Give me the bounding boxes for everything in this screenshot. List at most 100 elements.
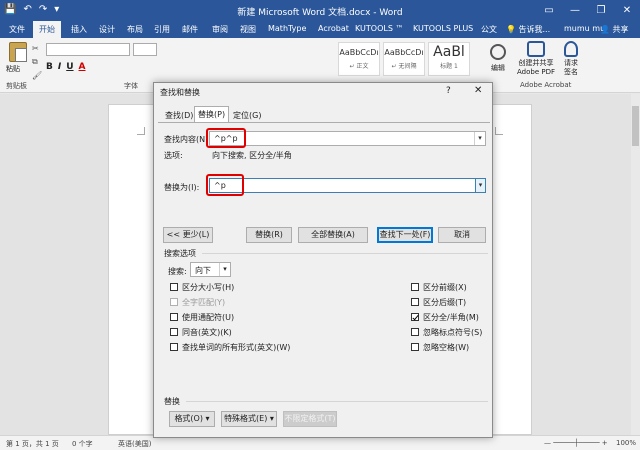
match-prefix-checkbox[interactable]: 区分前缀(X)	[411, 282, 467, 293]
replace-all-button[interactable]: 全部替换(A)	[298, 227, 368, 243]
sounds-like-checkbox[interactable]: 同音(英文)(K)	[170, 327, 232, 338]
editing-button[interactable]: 编辑	[486, 44, 510, 73]
less-button[interactable]: << 更少(L)	[163, 227, 213, 243]
create-pdf-button[interactable]: 创建并共享 Adobe PDF	[514, 41, 558, 77]
zoom-slider[interactable]: — ─────┼───── +	[544, 439, 608, 447]
tab-kutools-plus[interactable]: KUTOOLS PLUS	[413, 24, 473, 33]
italic-button[interactable]: I	[58, 62, 61, 72]
checkbox-box[interactable]	[170, 298, 178, 306]
font-color-button[interactable]: A	[79, 62, 86, 72]
checkbox-box[interactable]	[411, 328, 419, 336]
font-name-box[interactable]	[46, 43, 130, 56]
match-prefix-label: 区分前缀(X)	[423, 283, 467, 292]
bold-button[interactable]: B	[46, 62, 53, 72]
user-name[interactable]: mumu mu	[564, 24, 605, 33]
tab-layout[interactable]: 布局	[127, 24, 143, 35]
tab-acrobat[interactable]: Acrobat	[318, 24, 349, 33]
chevron-down-icon[interactable]: ▾	[474, 132, 485, 145]
style-normal[interactable]: AaBbCcDı ↵ 正文	[338, 42, 380, 76]
ribbon-display-icon[interactable]: ▭	[536, 0, 562, 21]
tab-view[interactable]: 视图	[240, 24, 256, 35]
chevron-down-icon[interactable]: ▾	[475, 178, 486, 193]
tab-find[interactable]: 查找(D)	[162, 108, 196, 122]
word-count[interactable]: 0 个字	[72, 439, 93, 449]
tab-replace[interactable]: 替换(P)	[194, 106, 230, 123]
match-width-label: 区分全/半角(M)	[423, 313, 479, 322]
tab-official[interactable]: 公文	[481, 24, 497, 35]
tab-insert[interactable]: 插入	[71, 24, 87, 35]
vertical-scrollbar[interactable]	[631, 94, 640, 435]
wildcards-checkbox[interactable]: 使用通配符(U)	[170, 312, 234, 323]
match-width-checkbox[interactable]: 区分全/半角(M)	[411, 312, 479, 323]
find-next-button[interactable]: 查找下一处(F)	[377, 227, 433, 243]
search-icon	[490, 44, 506, 60]
find-what-input[interactable]: ▾	[209, 131, 486, 146]
word-forms-checkbox[interactable]: 查找单词的所有形式(英文)(W)	[170, 342, 290, 353]
close-icon[interactable]: ✕	[474, 85, 482, 96]
scrollbar-thumb[interactable]	[632, 106, 639, 146]
clipboard-icon	[9, 42, 27, 62]
tab-design[interactable]: 设计	[99, 24, 115, 35]
ribbon-tabs: 文件 开始 插入 设计 布局 引用 邮件 审阅 视图 MathType Acro…	[0, 21, 640, 38]
ignore-punctuation-checkbox[interactable]: 忽略标点符号(S)	[411, 327, 482, 338]
style-sample: AaBbCcDı	[384, 48, 424, 57]
checkbox-box[interactable]	[170, 283, 178, 291]
checkbox-box[interactable]	[170, 328, 178, 336]
search-direction-value: 向下	[195, 266, 211, 275]
minimize-icon[interactable]: —	[562, 0, 588, 21]
replace-with-input[interactable]: ▾	[209, 178, 486, 193]
find-what-label: 查找内容(N):	[164, 135, 211, 144]
match-suffix-checkbox[interactable]: 区分后缀(T)	[411, 297, 466, 308]
share-button[interactable]: 👤 共享	[600, 24, 629, 35]
help-icon[interactable]: ?	[446, 86, 451, 96]
tell-me-search[interactable]: 💡 告诉我...	[506, 24, 550, 35]
checkbox-box[interactable]	[411, 343, 419, 351]
tab-review[interactable]: 审阅	[212, 24, 228, 35]
tab-references[interactable]: 引用	[154, 24, 170, 35]
replace-with-label: 替换为(I):	[164, 183, 200, 192]
tab-kutools[interactable]: KUTOOLS ™	[355, 24, 403, 33]
checkbox-box[interactable]	[411, 283, 419, 291]
checkbox-box[interactable]	[170, 313, 178, 321]
clipboard-small-tools: ✂ ⧉ 🖌	[32, 44, 42, 80]
tab-mailings[interactable]: 邮件	[182, 24, 198, 35]
checkbox-box[interactable]	[411, 313, 419, 321]
tab-divider	[158, 122, 490, 123]
search-direction-select[interactable]: 向下 ▾	[190, 262, 231, 277]
page-count[interactable]: 第 1 页，共 1 页	[6, 439, 59, 449]
underline-button[interactable]: U	[66, 62, 73, 72]
match-case-label: 区分大小写(H)	[182, 283, 235, 292]
pdf-label-2: Adobe PDF	[516, 68, 555, 76]
checkbox-box[interactable]	[411, 298, 419, 306]
style-name: ↵ 无间隔	[391, 63, 417, 70]
language[interactable]: 英语(美国)	[118, 439, 151, 449]
close-window-icon[interactable]: ✕	[614, 0, 640, 21]
request-signature-button[interactable]: 请求 签名	[560, 41, 582, 77]
tab-goto[interactable]: 定位(G)	[230, 108, 264, 122]
match-case-checkbox[interactable]: 区分大小写(H)	[170, 282, 234, 293]
font-size-box[interactable]	[133, 43, 157, 56]
zoom-level[interactable]: 100%	[616, 439, 636, 447]
tab-mathtype[interactable]: MathType	[268, 24, 306, 33]
format-button[interactable]: 格式(O) ▾	[169, 411, 215, 427]
chevron-down-icon[interactable]: ▾	[219, 263, 230, 276]
cancel-button[interactable]: 取消	[438, 227, 486, 243]
paste-button[interactable]: 粘贴	[6, 42, 30, 73]
font-format-row: B I U A	[46, 62, 86, 72]
tab-file[interactable]: 文件	[9, 24, 25, 35]
tab-home[interactable]: 开始	[33, 21, 61, 38]
word-forms-label: 查找单词的所有形式(英文)(W)	[182, 343, 291, 352]
copy-icon[interactable]: ⧉	[32, 57, 42, 67]
checkbox-box[interactable]	[170, 343, 178, 351]
dialog-title: 查找和替换	[160, 88, 200, 97]
replace-button[interactable]: 替换(R)	[246, 227, 292, 243]
cut-icon[interactable]: ✂	[32, 44, 42, 53]
restore-icon[interactable]: ❐	[588, 0, 614, 21]
style-heading-1[interactable]: AaBl 标题 1	[428, 42, 470, 76]
whole-word-checkbox[interactable]: 全字匹配(Y)	[170, 297, 225, 308]
replace-section-label: 替换	[164, 397, 180, 406]
style-no-spacing[interactable]: AaBbCcDı ↵ 无间隔	[383, 42, 425, 76]
format-painter-icon[interactable]: 🖌	[32, 71, 42, 80]
special-button[interactable]: 特殊格式(E) ▾	[221, 411, 277, 427]
ignore-whitespace-checkbox[interactable]: 忽略空格(W)	[411, 342, 469, 353]
